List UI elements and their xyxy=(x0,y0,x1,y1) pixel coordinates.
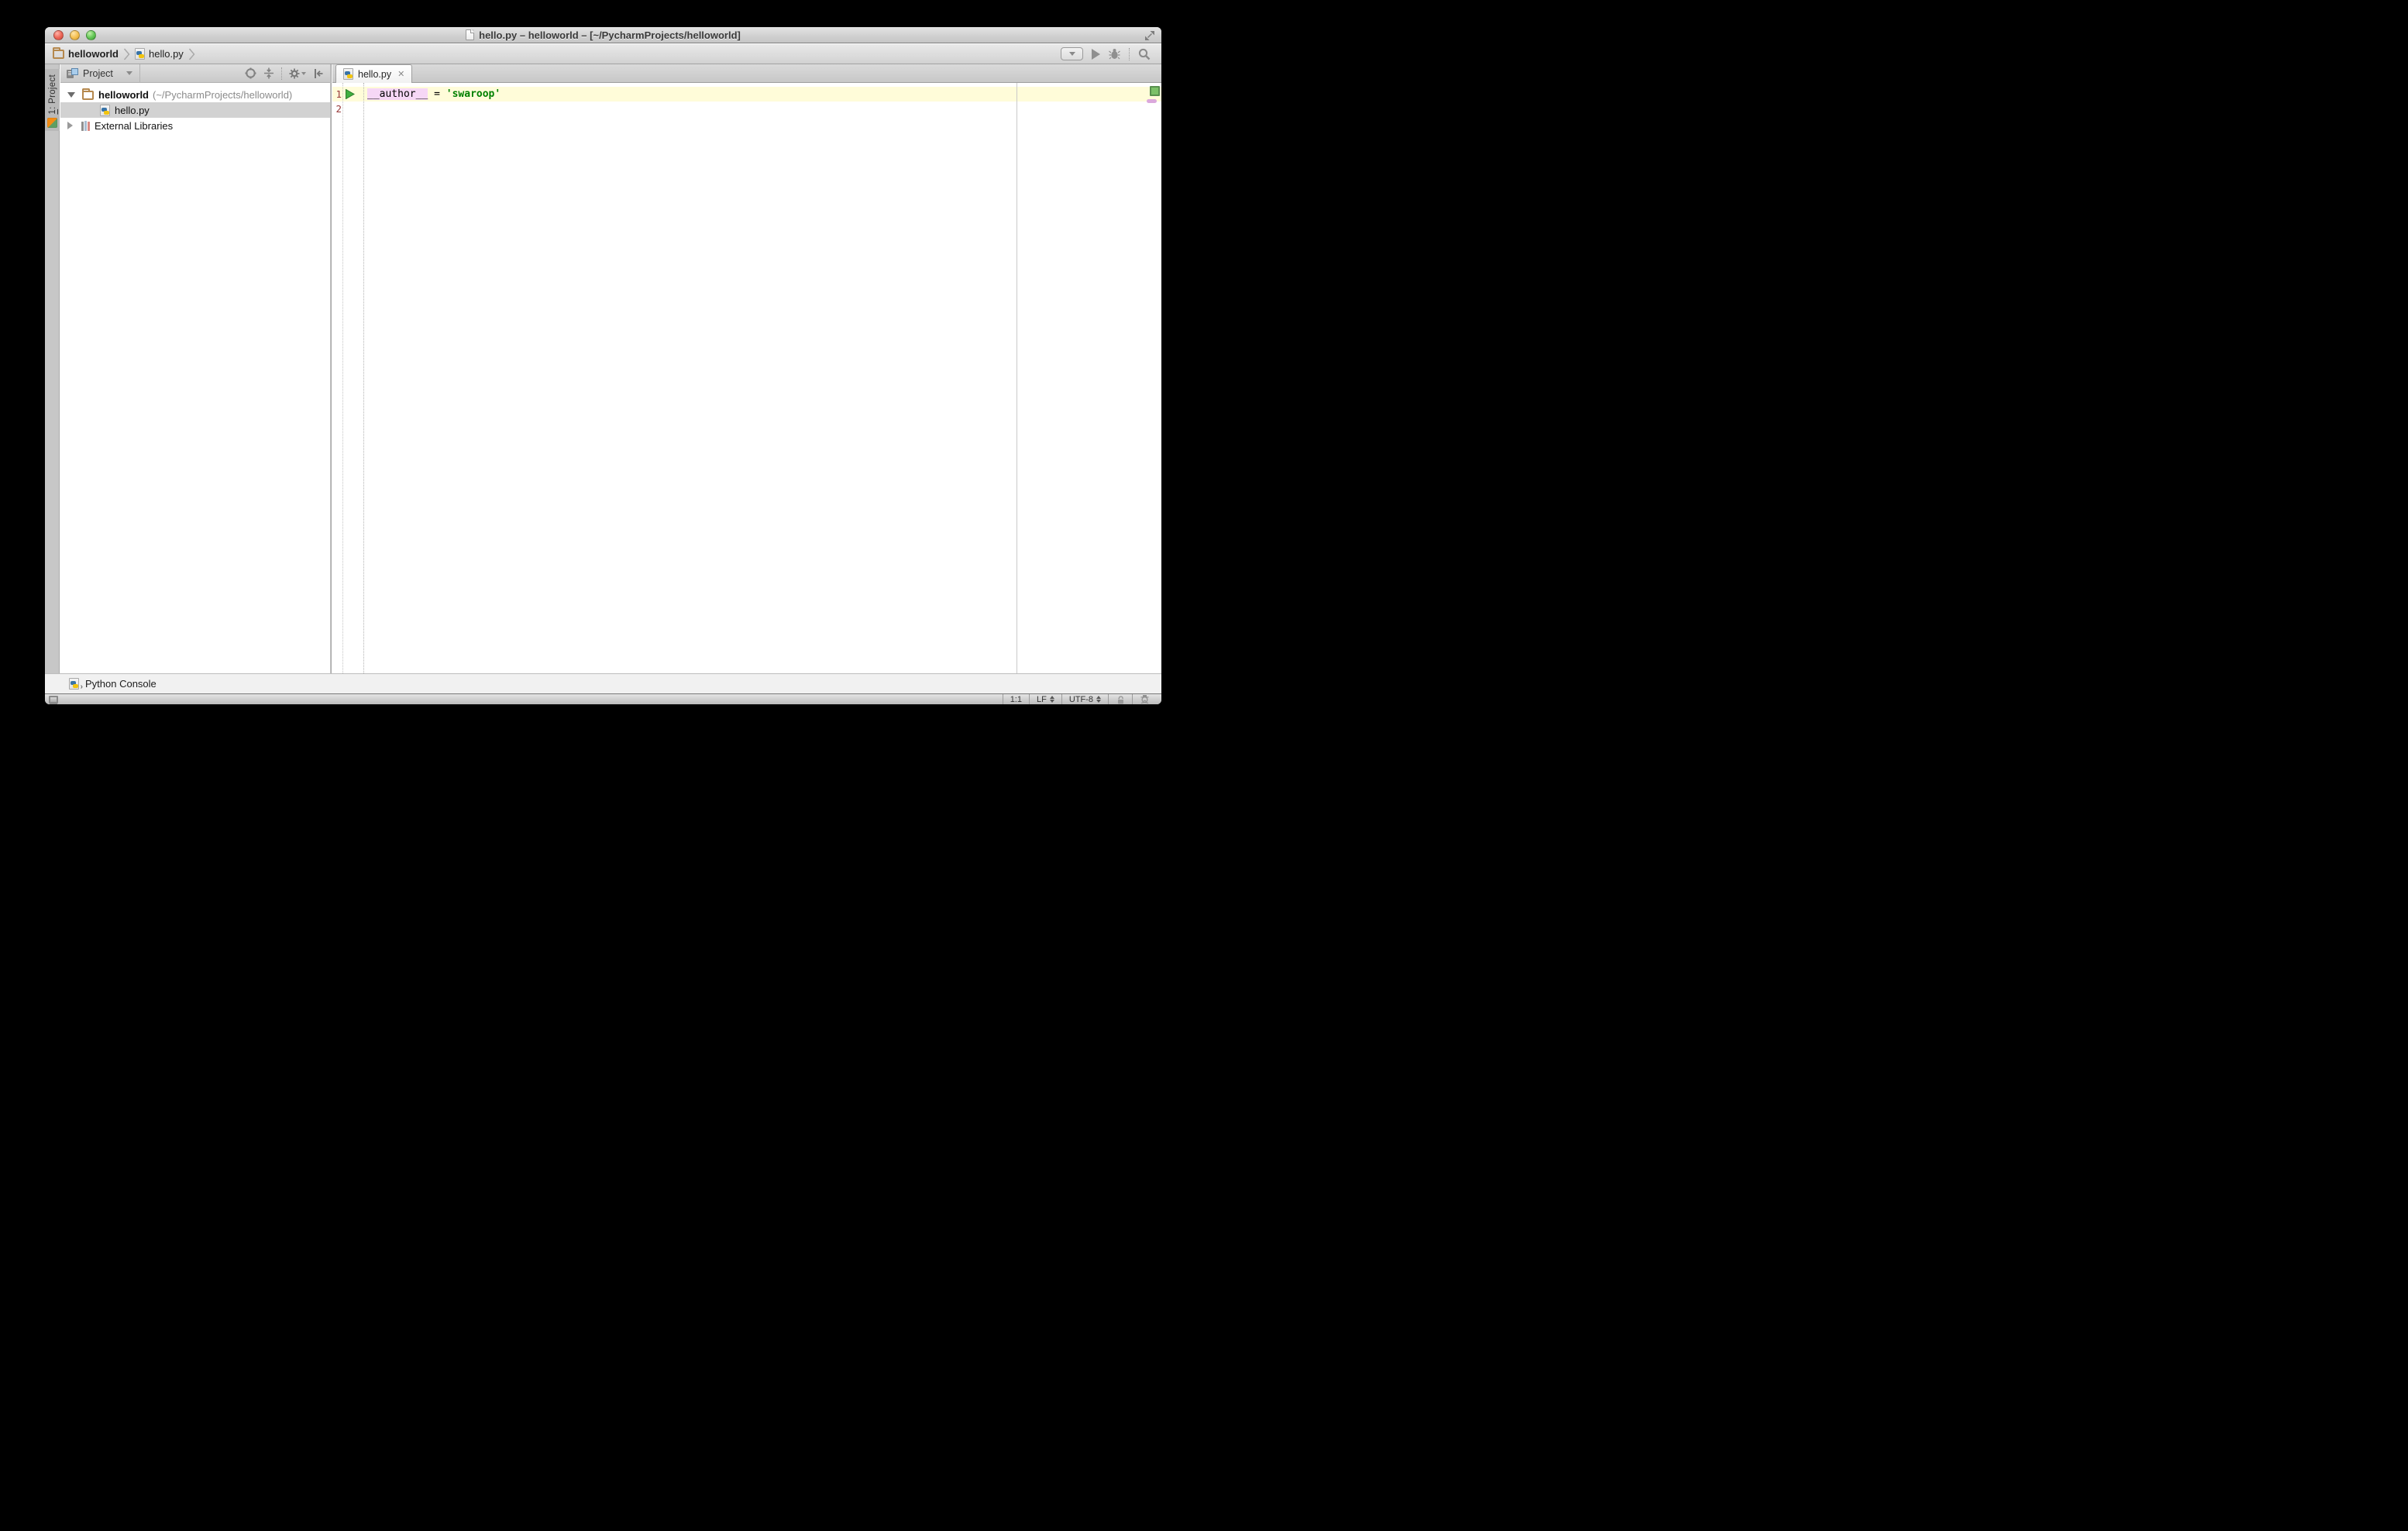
debug-icon[interactable] xyxy=(1109,48,1120,60)
code-line-1: __author__ = 'swaroop' xyxy=(367,87,1151,101)
breadcrumb-project-label: helloworld xyxy=(68,48,119,60)
tab-hello-py[interactable]: hello.py ✕ xyxy=(335,64,412,83)
python-console-button[interactable]: › Python Console xyxy=(69,678,157,690)
updown-chevrons-icon xyxy=(1050,696,1054,703)
inspection-status-indicator[interactable] xyxy=(1150,86,1160,96)
zoom-window-button[interactable] xyxy=(86,30,96,40)
panel-splitter[interactable] xyxy=(330,64,332,673)
status-bar: 1:1 LF UTF-8 xyxy=(45,693,1161,704)
chevron-right-icon xyxy=(123,47,130,61)
breadcrumb-project[interactable]: helloworld xyxy=(53,48,119,60)
project-view-selector[interactable]: Project xyxy=(60,64,140,83)
python-file-icon xyxy=(135,48,145,60)
gear-icon xyxy=(289,68,300,79)
tool-window-stripe: 1: Project xyxy=(45,64,60,673)
collapse-arrow-icon[interactable] xyxy=(67,92,75,98)
editor-region: hello.py ✕ 1 2 __author__ = 'swaroop' xyxy=(332,64,1161,673)
project-panel: Project xyxy=(60,64,330,673)
search-icon[interactable] xyxy=(1138,48,1151,60)
external-libraries-icon xyxy=(81,121,90,131)
readonly-toggle[interactable] xyxy=(1108,694,1132,704)
error-stripe-mark[interactable] xyxy=(1147,99,1157,103)
run-gutter-icon[interactable] xyxy=(346,89,355,99)
close-tab-icon[interactable]: ✕ xyxy=(397,69,404,79)
traffic-lights xyxy=(53,30,96,40)
encoding-widget[interactable]: UTF-8 xyxy=(1061,694,1108,704)
python-console-label: Python Console xyxy=(85,678,157,690)
chevron-down-icon xyxy=(301,72,306,75)
gutter-separator xyxy=(342,83,343,673)
navigation-bar: helloworld hello.py xyxy=(45,44,1161,64)
chevron-down-icon xyxy=(126,71,132,75)
line-separator-widget[interactable]: LF xyxy=(1029,694,1061,704)
project-toolwindow-label: 1: Project xyxy=(48,74,57,115)
document-icon xyxy=(466,29,474,40)
token-string-literal: 'swaroop' xyxy=(446,88,501,100)
tree-file-name: hello.py xyxy=(115,105,150,116)
unlock-icon xyxy=(1116,695,1125,704)
code-area[interactable]: __author__ = 'swaroop' xyxy=(367,87,1151,101)
tree-row-root[interactable]: helloworld (~/PycharmProjects/helloworld… xyxy=(60,87,330,102)
project-view-label: Project xyxy=(83,68,122,79)
locate-icon[interactable] xyxy=(245,67,256,79)
tree-root-path: (~/PycharmProjects/helloworld) xyxy=(153,89,292,101)
token-assign-operator: = xyxy=(428,88,445,100)
tree-row-external-libraries[interactable]: External Libraries xyxy=(60,118,330,133)
project-view-icon xyxy=(67,68,78,78)
highlighting-level-widget[interactable] xyxy=(1132,694,1157,704)
toolwindow-button-bar: › Python Console xyxy=(45,673,1161,693)
hide-panel-icon[interactable] xyxy=(313,68,323,79)
settings-button[interactable] xyxy=(289,68,306,79)
pycharm-window: hello.py – helloworld – [~/PycharmProjec… xyxy=(45,27,1161,704)
tab-label: hello.py xyxy=(358,69,391,80)
project-panel-header: Project xyxy=(60,64,330,83)
folder-icon xyxy=(53,50,64,59)
close-window-button[interactable] xyxy=(53,30,64,40)
header-separator xyxy=(281,67,282,80)
minimize-window-button[interactable] xyxy=(70,30,80,40)
toolbar-separator xyxy=(1129,48,1130,60)
project-toolwindow-tab[interactable]: 1: Project xyxy=(45,69,60,131)
updown-chevrons-icon xyxy=(1096,696,1101,703)
editor-content[interactable]: 1 2 __author__ = 'swaroop' xyxy=(332,83,1161,673)
python-file-icon xyxy=(100,105,110,116)
editor-gutter[interactable]: 1 2 xyxy=(332,83,364,673)
breadcrumb-file-label: hello.py xyxy=(149,48,184,60)
run-icon[interactable] xyxy=(1092,49,1100,60)
line-number: 1 xyxy=(332,87,342,101)
collapse-all-icon[interactable] xyxy=(263,67,274,79)
editor-tab-bar: hello.py ✕ xyxy=(332,64,1161,83)
python-console-icon: › xyxy=(69,678,81,690)
encoding-label: UTF-8 xyxy=(1069,695,1093,704)
tree-row-file[interactable]: hello.py xyxy=(60,102,330,118)
chevron-down-icon xyxy=(1069,52,1075,56)
run-configuration-selector[interactable] xyxy=(1061,47,1083,60)
breadcrumb-file[interactable]: hello.py xyxy=(135,48,184,60)
project-tree: helloworld (~/PycharmProjects/helloworld… xyxy=(60,84,330,673)
line-separator-label: LF xyxy=(1037,695,1047,704)
breadcrumb: helloworld hello.py xyxy=(53,47,195,61)
main-area: 1: Project Project xyxy=(45,64,1161,673)
folder-icon xyxy=(82,91,94,100)
caret-position-label: 1:1 xyxy=(1010,695,1022,704)
python-file-icon xyxy=(343,68,353,80)
toggle-toolwindows-icon[interactable] xyxy=(49,696,58,704)
expand-arrow-icon[interactable] xyxy=(67,122,73,129)
hector-inspector-icon xyxy=(1140,694,1150,704)
chevron-right-icon xyxy=(188,47,195,61)
caret-position-widget[interactable]: 1:1 xyxy=(1003,694,1029,704)
pycharm-logo-icon xyxy=(47,118,57,128)
token-author-variable: __author__ xyxy=(367,88,428,100)
line-number: 2 xyxy=(332,101,342,116)
fullscreen-icon[interactable] xyxy=(1144,30,1155,41)
tree-external-libraries-label: External Libraries xyxy=(95,120,173,132)
window-title: hello.py – helloworld – [~/PycharmProjec… xyxy=(479,29,741,41)
title-bar: hello.py – helloworld – [~/PycharmProjec… xyxy=(45,27,1161,43)
tree-root-name: helloworld xyxy=(98,89,149,101)
